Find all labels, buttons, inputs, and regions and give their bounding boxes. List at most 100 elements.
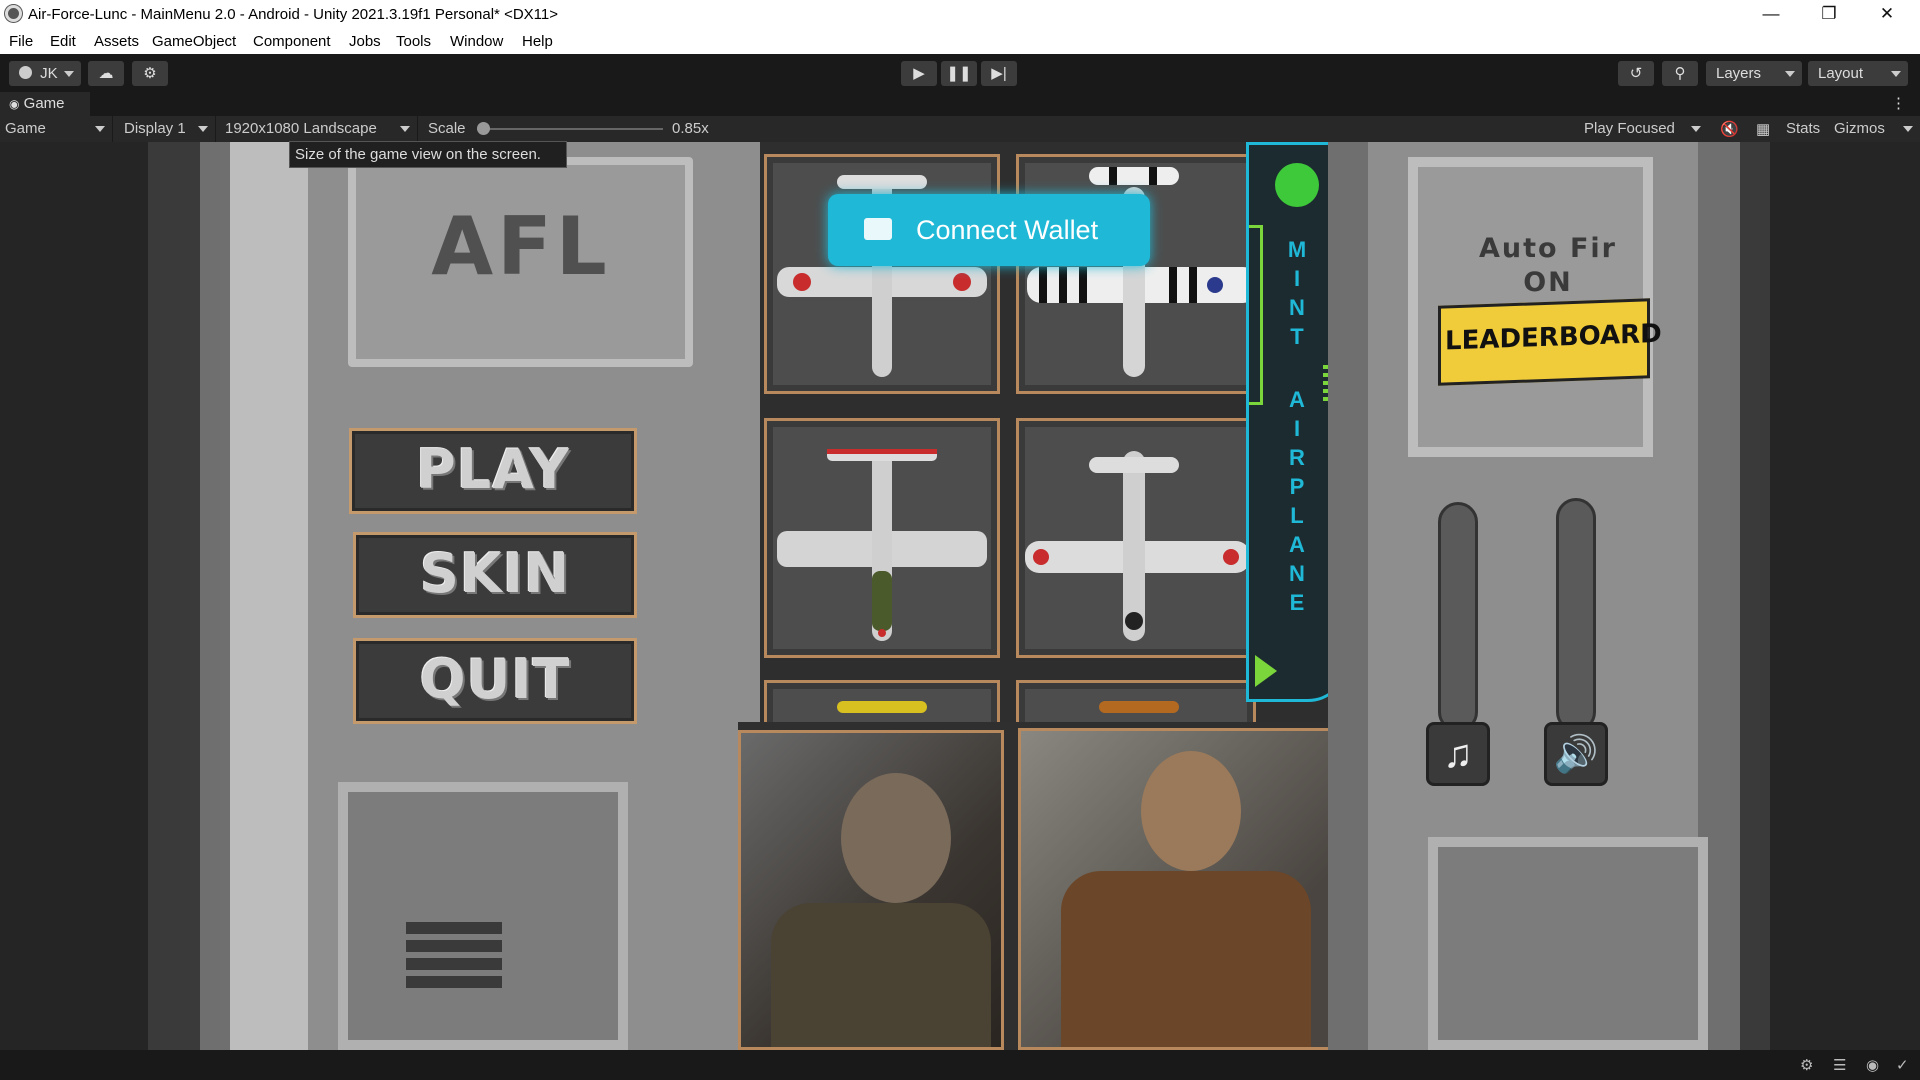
wallet-icon xyxy=(864,218,892,240)
resolution-tooltip: Size of the game view on the screen. xyxy=(289,141,567,168)
layout-label: Layout xyxy=(1818,65,1864,82)
plane-2-icon xyxy=(1027,167,1257,377)
airplane-letter: E xyxy=(1289,590,1305,615)
airplane-letter: I xyxy=(1293,416,1301,441)
skin-slot-1[interactable] xyxy=(764,154,1000,394)
menu-assets[interactable]: Assets xyxy=(94,33,139,50)
scale-slider[interactable] xyxy=(477,122,663,135)
search-icon[interactable]: ⚲ xyxy=(1662,61,1698,86)
resolution-dropdown[interactable]: 1920x1080 Landscape xyxy=(218,116,418,142)
pilot-portrait-2[interactable] xyxy=(1018,728,1354,1050)
connect-wallet-label: Connect Wallet xyxy=(916,215,1099,245)
tab-game[interactable]: ◉ Game xyxy=(0,92,90,116)
mint-logo-icon xyxy=(1275,163,1319,207)
menu-file[interactable]: File xyxy=(9,33,33,50)
layout-dropdown[interactable]: Layout xyxy=(1808,61,1908,86)
quit-button[interactable]: QUIT xyxy=(353,638,637,724)
auto-fire-status[interactable]: Auto Fir ON xyxy=(1418,232,1678,300)
display-dropdown[interactable]: Display 1 xyxy=(117,116,216,142)
tab-game-label: Game xyxy=(23,95,65,112)
speaker-icon[interactable]: 🔊 xyxy=(1544,722,1608,786)
sfx-volume-slider[interactable] xyxy=(1556,498,1596,732)
airplane-letter: L xyxy=(1290,503,1304,528)
music-note-icon[interactable]: ♫ xyxy=(1426,722,1490,786)
menu-edit[interactable]: Edit xyxy=(50,33,76,50)
auto-fire-value: ON xyxy=(1523,267,1573,298)
mint-letter: I xyxy=(1293,266,1301,291)
game-canvas[interactable]: AFL PLAY SKIN QUIT Connect Wallet M I N … xyxy=(148,142,1770,1050)
more-options-icon[interactable]: ⋮ xyxy=(1891,92,1906,116)
plane-6-icon xyxy=(1099,701,1179,713)
account-dropdown[interactable]: JK xyxy=(9,61,81,86)
pilot-portrait-1[interactable] xyxy=(738,730,1004,1050)
step-icon[interactable]: ▶| xyxy=(981,61,1017,86)
airplane-letter: N xyxy=(1289,561,1305,586)
cloud-icon[interactable]: ☁ xyxy=(88,61,124,86)
skin-button[interactable]: SKIN xyxy=(353,532,637,618)
minimize-icon[interactable]: — xyxy=(1742,0,1800,29)
skin-slot-2[interactable] xyxy=(1016,154,1257,394)
skin-slot-4[interactable] xyxy=(1016,418,1256,658)
play-button-label: PLAY xyxy=(416,438,570,501)
menu-lines-icon[interactable] xyxy=(406,922,502,1004)
neon-bracket xyxy=(1249,225,1263,405)
restore-icon[interactable]: ❐ xyxy=(1800,0,1858,29)
play-focused-dropdown[interactable]: Play Focused xyxy=(1578,116,1708,142)
menu-window[interactable]: Window xyxy=(450,33,503,50)
music-volume-slider[interactable] xyxy=(1438,502,1478,732)
resolution-label: 1920x1080 Landscape xyxy=(225,120,377,137)
grid-icon[interactable]: ▦ xyxy=(1756,120,1770,138)
menu-jobs[interactable]: Jobs xyxy=(349,33,381,50)
menu-tools[interactable]: Tools xyxy=(396,33,431,50)
airplane-letter: A xyxy=(1289,532,1305,557)
collab-icon[interactable]: ⚙ xyxy=(132,61,168,86)
pilot-face xyxy=(1141,751,1241,871)
play-icon[interactable]: ▶ xyxy=(901,61,937,86)
play-button[interactable]: PLAY xyxy=(349,428,637,514)
logo-plate: AFL xyxy=(348,157,693,367)
quit-button-label: QUIT xyxy=(419,648,571,711)
game-tab-row: ◉ Game ⋮ xyxy=(0,92,1920,116)
game-mode-dropdown[interactable]: Game xyxy=(0,116,113,142)
account-icon xyxy=(19,66,32,79)
pilot-jacket xyxy=(771,903,991,1047)
skin-slot-3[interactable] xyxy=(764,418,1000,658)
debug-icon[interactable]: ⚙ xyxy=(1800,1056,1813,1074)
layers-dropdown[interactable]: Layers xyxy=(1706,61,1802,86)
title-bar: Air-Force-Lunc - MainMenu 2.0 - Android … xyxy=(0,0,1920,29)
layers-label: Layers xyxy=(1716,65,1762,82)
close-icon[interactable]: ✕ xyxy=(1858,0,1916,29)
menu-gameobject[interactable]: GameObject xyxy=(152,33,236,50)
mint-letter: T xyxy=(1290,324,1304,349)
menu-component[interactable]: Component xyxy=(253,33,331,50)
connect-wallet-button[interactable]: Connect Wallet xyxy=(828,194,1150,266)
plane-1-icon xyxy=(777,175,987,377)
airplane-letter: R xyxy=(1289,445,1305,470)
play-arrow-icon[interactable] xyxy=(1255,655,1277,687)
menu-help[interactable]: Help xyxy=(522,33,553,50)
game-toolbar: Game Display 1 1920x1080 Landscape Scale… xyxy=(0,116,1920,142)
airplane-letter: A xyxy=(1289,387,1305,412)
leaderboard-label: LEADERBOARD xyxy=(1445,318,1662,357)
gizmos-label: Gizmos xyxy=(1834,120,1885,137)
lower-left-plate xyxy=(338,782,628,1050)
stats-button[interactable]: Stats xyxy=(1786,120,1820,137)
display-label: Display 1 xyxy=(124,120,186,137)
scale-label: Scale xyxy=(428,120,466,137)
mute-icon[interactable]: 🔇 xyxy=(1720,120,1739,138)
plane-3-icon xyxy=(777,449,987,641)
pause-icon[interactable]: ❚❚ xyxy=(941,61,977,86)
scale-slider-handle[interactable] xyxy=(477,122,490,135)
window-title: Air-Force-Lunc - MainMenu 2.0 - Android … xyxy=(28,6,558,23)
layers-status-icon[interactable]: ☰ xyxy=(1833,1056,1846,1074)
unity-logo-icon xyxy=(5,5,22,22)
history-icon[interactable]: ↺ xyxy=(1618,61,1654,86)
network-icon[interactable]: ◉ xyxy=(1866,1056,1879,1074)
airplane-letter: P xyxy=(1289,474,1305,499)
game-mode-label: Game xyxy=(5,120,46,137)
gamepad-icon: ◉ xyxy=(9,97,20,111)
checkmark-icon[interactable]: ✓ xyxy=(1896,1056,1909,1074)
mint-vertical-text: M I N T A I R P L A N E xyxy=(1285,235,1309,617)
leaderboard-button[interactable]: LEADERBOARD xyxy=(1438,298,1662,386)
gizmos-dropdown[interactable]: Gizmos xyxy=(1834,116,1920,142)
